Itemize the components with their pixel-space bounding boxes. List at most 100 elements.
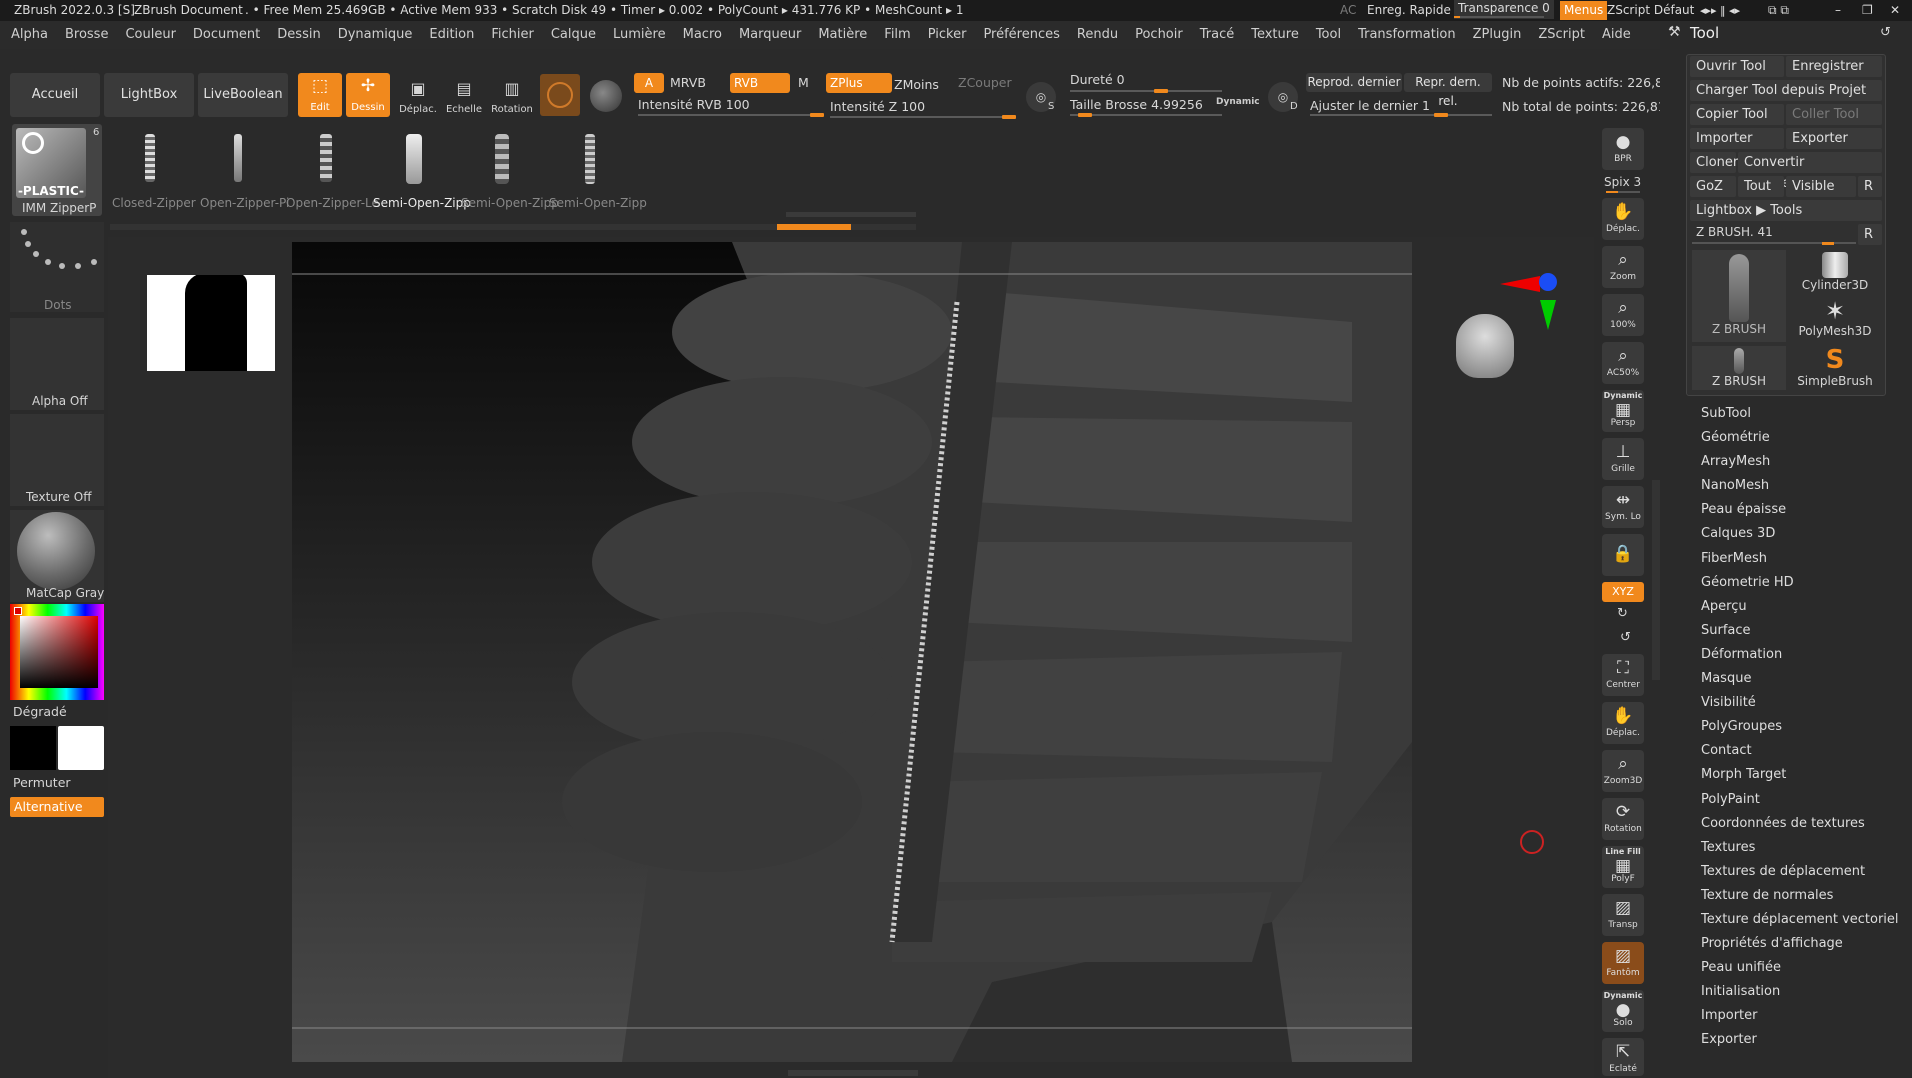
solo-button[interactable]: Dynamic ● Solo xyxy=(1602,990,1644,1032)
floor-button[interactable]: ⊥ Grille xyxy=(1602,438,1644,480)
subpalette-surface[interactable]: Surface xyxy=(1701,619,1906,643)
subpalette-deformation[interactable]: Déformation xyxy=(1701,643,1906,667)
color-square[interactable] xyxy=(20,616,98,688)
subpalette-contact[interactable]: Contact xyxy=(1701,739,1906,763)
subpalette-morph-target[interactable]: Morph Target xyxy=(1701,763,1906,787)
subpalette-geometry-hd[interactable]: Géometrie HD xyxy=(1701,571,1906,595)
menu-dynamics[interactable]: Dynamique xyxy=(338,27,413,42)
current-brush-button[interactable]: -PLASTIC- 6 IMM ZipperP xyxy=(12,124,102,216)
lightbox-button[interactable]: LightBox xyxy=(104,73,194,117)
subpalette-masking[interactable]: Masque xyxy=(1701,667,1906,691)
right-splitter[interactable] xyxy=(1652,480,1660,680)
goz-button[interactable]: GoZ xyxy=(1690,176,1736,197)
current-tool-slider[interactable] xyxy=(1692,242,1856,245)
tool-slider-r-button[interactable]: R xyxy=(1858,224,1882,245)
clone-tool-button[interactable]: Cloner xyxy=(1690,152,1738,173)
tool-thumb-zbrush-figure[interactable]: Z BRUSH xyxy=(1692,250,1786,342)
subpalette-polypaint[interactable]: PolyPaint xyxy=(1701,788,1906,812)
material-button[interactable]: MatCap Gray xyxy=(10,510,104,602)
open-tool-button[interactable]: Ouvrir Tool xyxy=(1690,56,1784,77)
layout-arrows-icon[interactable]: ◂▸▸ ‖ ◂▸ xyxy=(1700,0,1740,21)
liveboolean-button[interactable]: LiveBoolean xyxy=(198,73,288,117)
alpha-button[interactable]: Alpha Off xyxy=(10,318,104,410)
subpalette-arraymesh[interactable]: ArrayMesh xyxy=(1701,450,1906,474)
zoom-button[interactable]: ⌕ Zoom xyxy=(1602,246,1644,288)
rvb-toggle[interactable]: RVB xyxy=(730,73,790,93)
stroke-button[interactable]: Dots xyxy=(10,222,104,312)
frame-button[interactable]: ⛶ Centrer xyxy=(1602,654,1644,696)
tool-thumb-polymesh3d[interactable]: ✶ PolyMesh3D xyxy=(1788,298,1882,342)
goz-all-button[interactable]: Tout xyxy=(1738,176,1784,197)
tool-thumb-simplebrush[interactable]: S SimpleBrush xyxy=(1788,346,1882,390)
polyframe-button[interactable]: Line Fill ▦ PolyF xyxy=(1602,846,1644,888)
spix-slider[interactable] xyxy=(1606,191,1640,193)
menu-document[interactable]: Document xyxy=(193,27,260,42)
shelf-resize-handle[interactable] xyxy=(786,212,916,217)
y-rotation-icon[interactable]: ↻ xyxy=(1617,606,1628,621)
menu-layer[interactable]: Calque xyxy=(551,27,596,42)
scale-mode-button[interactable]: ▤ Echelle xyxy=(442,77,486,117)
menu-file[interactable]: Fichier xyxy=(491,27,534,42)
menu-draw[interactable]: Dessin xyxy=(277,27,320,42)
tool-thumb-zbrush-small[interactable]: Z BRUSH xyxy=(1692,346,1786,390)
actual-size-button[interactable]: ⌕ 100% xyxy=(1602,294,1644,336)
color-marker[interactable] xyxy=(14,607,22,615)
subpalette-visibility[interactable]: Visibilité xyxy=(1701,691,1906,715)
hardness-slider[interactable] xyxy=(1070,89,1222,93)
jacket-model[interactable] xyxy=(292,242,1412,1062)
rotate-mode-button[interactable]: ▥ Rotation xyxy=(490,77,534,117)
menu-tool[interactable]: Tool xyxy=(1316,27,1341,42)
subpalette-displacement-map[interactable]: Textures de déplacement xyxy=(1701,860,1906,884)
brush-strip-scroll-thumb[interactable] xyxy=(777,224,851,230)
menu-zscript[interactable]: ZScript xyxy=(1538,27,1585,42)
edit-mode-button[interactable]: ⬚ Edit xyxy=(298,73,342,117)
m-toggle[interactable]: M xyxy=(798,75,809,90)
subpalette-nanomesh[interactable]: NanoMesh xyxy=(1701,474,1906,498)
subpalette-thick-skin[interactable]: Peau épaisse xyxy=(1701,498,1906,522)
brush-thumb-open-zipper-pi[interactable] xyxy=(218,128,258,188)
document-canvas[interactable] xyxy=(292,242,1412,1062)
lock-button[interactable]: 🔒 xyxy=(1602,534,1644,576)
goz-r-button[interactable]: R xyxy=(1858,176,1882,197)
paste-tool-button[interactable]: Coller Tool xyxy=(1786,104,1882,125)
navigator-thumbnail[interactable] xyxy=(147,275,275,371)
menu-preferences[interactable]: Préférences xyxy=(983,27,1059,42)
window-layout-icon[interactable]: ⧉ ⧉ xyxy=(1768,0,1789,21)
menus-toggle[interactable]: Menus xyxy=(1560,1,1608,20)
menu-macro[interactable]: Macro xyxy=(683,27,722,42)
quick-save-button[interactable]: Enreg. Rapide xyxy=(1367,0,1451,21)
save-tool-button[interactable]: Enregistrer xyxy=(1786,56,1882,77)
tool-palette-reset-icon[interactable]: ↺ xyxy=(1880,25,1891,40)
subpalette-export[interactable]: Exporter xyxy=(1701,1028,1906,1052)
texture-button[interactable]: Texture Off xyxy=(10,414,104,506)
goz-visible-button[interactable]: Visible xyxy=(1786,176,1856,197)
brush-thumb-closed-zipper[interactable] xyxy=(130,128,170,188)
menu-edit[interactable]: Edition xyxy=(429,27,474,42)
adjust-last-slider[interactable] xyxy=(1310,113,1492,117)
menu-stroke[interactable]: Tracé xyxy=(1200,27,1235,42)
scroll-button[interactable]: ✋ Déplac. xyxy=(1602,198,1644,240)
tool-palette-title[interactable]: Tool xyxy=(1690,24,1719,42)
brush-strip-scrollbar[interactable] xyxy=(110,224,916,230)
brush-thumb-semi-open-1[interactable] xyxy=(394,128,434,188)
move-view-button[interactable]: ✋ Déplac. xyxy=(1602,702,1644,744)
axis-gizmo-icon[interactable] xyxy=(1500,270,1560,334)
zoom3d-button[interactable]: ⌕ Zoom3D xyxy=(1602,750,1644,792)
menu-picker[interactable]: Picker xyxy=(928,27,967,42)
menu-light[interactable]: Lumière xyxy=(613,27,666,42)
brush-size-slider[interactable] xyxy=(1070,113,1222,117)
menu-zplugin[interactable]: ZPlugin xyxy=(1473,27,1522,42)
menu-brush[interactable]: Brosse xyxy=(65,27,108,42)
shading-sphere-icon[interactable] xyxy=(590,80,622,112)
draw-mode-button[interactable]: ✢ Dessin xyxy=(346,73,390,117)
a-toggle[interactable]: A xyxy=(634,73,664,93)
menu-stencil[interactable]: Pochoir xyxy=(1135,27,1183,42)
subpalette-preview[interactable]: Aperçu xyxy=(1701,595,1906,619)
subpalette-polygroups[interactable]: PolyGroupes xyxy=(1701,715,1906,739)
minimize-icon[interactable]: – xyxy=(1835,0,1841,21)
zplus-toggle[interactable]: ZPlus xyxy=(826,73,892,93)
menu-texture[interactable]: Texture xyxy=(1251,27,1299,42)
tool-thumb-cylinder3d[interactable]: Cylinder3D xyxy=(1788,250,1882,294)
bottom-shelf-handle[interactable] xyxy=(788,1070,918,1076)
subpalette-geometry[interactable]: Géométrie xyxy=(1701,426,1906,450)
